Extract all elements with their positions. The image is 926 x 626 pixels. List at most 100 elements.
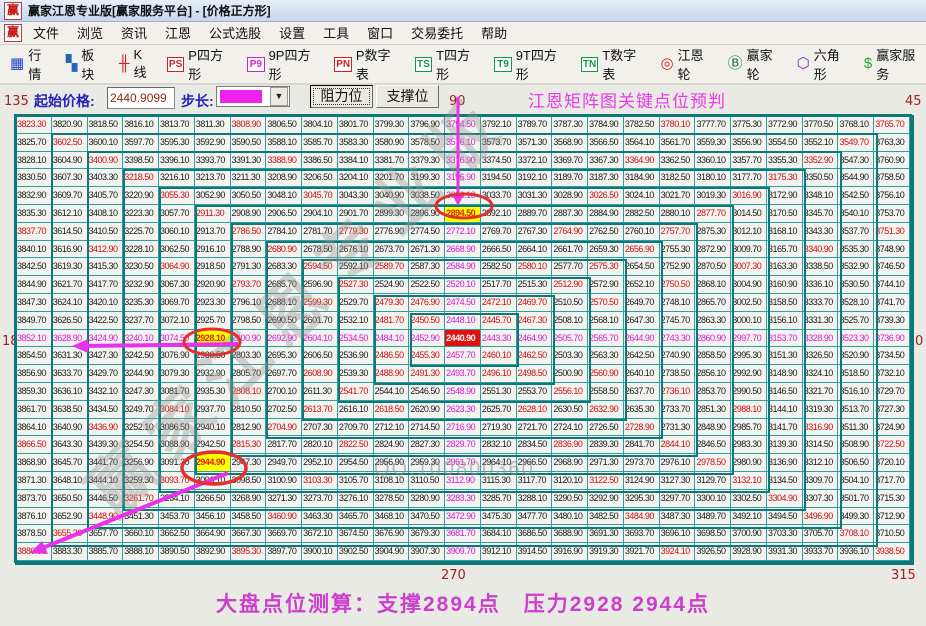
grid-cell-r22c1[interactable]: 3873.70 [16, 489, 52, 508]
grid-cell-r7c4[interactable]: 3225.70 [123, 222, 160, 241]
grid-cell-r19c2[interactable]: 3643.30 [51, 436, 88, 455]
grid-cell-r6c15[interactable]: 2889.70 [516, 204, 553, 223]
grid-cell-r4c6[interactable]: 3213.70 [194, 169, 231, 188]
grid-cell-r9c11[interactable]: 2589.70 [373, 258, 410, 277]
grid-cell-r13c16[interactable]: 2505.70 [552, 329, 589, 348]
grid-cell-r15c6[interactable]: 2932.90 [194, 365, 231, 383]
grid-cell-r3c14[interactable]: 3374.50 [480, 151, 517, 170]
grid-cell-r15c2[interactable]: 3633.70 [51, 365, 88, 383]
grid-cell-r23c1[interactable]: 3876.10 [16, 507, 52, 526]
grid-cell-r24c8[interactable]: 3669.70 [266, 525, 303, 544]
grid-cell-r12c14[interactable]: 2445.70 [480, 311, 517, 330]
grid-cell-r4c1[interactable]: 3830.50 [16, 169, 52, 188]
grid-cell-r10c16[interactable]: 2512.90 [552, 276, 589, 294]
grid-cell-r3c24[interactable]: 3547.30 [838, 151, 875, 170]
grid-cell-r1c7[interactable]: 3808.90 [230, 116, 267, 134]
grid-cell-r3c19[interactable]: 3362.50 [659, 151, 696, 170]
grid-cell-r22c14[interactable]: 3285.70 [480, 489, 517, 508]
support-button[interactable]: 支撑位 [376, 85, 439, 108]
grid-cell-r18c25[interactable]: 3724.90 [874, 418, 910, 437]
grid-cell-r20c18[interactable]: 2973.70 [623, 454, 660, 472]
grid-cell-r14c3[interactable]: 3427.30 [87, 347, 124, 366]
grid-cell-r2c12[interactable]: 3578.50 [409, 133, 446, 152]
grid-cell-r23c19[interactable]: 3487.30 [659, 507, 696, 526]
grid-cell-r5c7[interactable]: 3050.50 [230, 187, 267, 205]
grid-cell-r2c3[interactable]: 3600.10 [87, 133, 124, 152]
grid-cell-r5c14[interactable]: 3033.70 [480, 187, 517, 205]
menu-item-7[interactable]: 工具 [314, 24, 358, 43]
chevron-down-icon[interactable]: ▼ [270, 87, 288, 106]
grid-cell-r1c6[interactable]: 3811.30 [194, 116, 231, 134]
grid-cell-r19c15[interactable]: 2834.50 [516, 436, 553, 455]
grid-cell-r21c7[interactable]: 3098.50 [230, 471, 267, 490]
grid-cell-r15c7[interactable]: 2805.70 [230, 365, 267, 383]
grid-cell-r7c7[interactable]: 2786.50 [230, 222, 267, 241]
grid-cell-r16c21[interactable]: 2990.50 [731, 382, 767, 401]
grid-cell-r22c12[interactable]: 3280.90 [409, 489, 446, 508]
grid-cell-r2c11[interactable]: 3580.90 [373, 133, 410, 152]
toolbar-button-赢家轮[interactable]: Ⓑ 赢家轮 [728, 45, 784, 83]
grid-cell-r20c1[interactable]: 3868.90 [16, 454, 52, 472]
grid-cell-r2c18[interactable]: 3564.10 [623, 133, 660, 152]
grid-cell-r12c5[interactable]: 3072.10 [159, 311, 195, 330]
grid-cell-r12c20[interactable]: 2863.30 [695, 311, 732, 330]
grid-cell-r4c5[interactable]: 3216.10 [159, 169, 195, 188]
grid-cell-r11c4[interactable]: 3235.30 [123, 293, 160, 312]
grid-cell-r15c13[interactable]: 2493.70 [445, 365, 481, 383]
grid-cell-r21c2[interactable]: 3648.10 [51, 471, 88, 490]
grid-cell-r11c21[interactable]: 3002.50 [731, 293, 767, 312]
grid-cell-r1c15[interactable]: 3789.70 [516, 116, 553, 134]
grid-cell-r13c1[interactable]: 3852.10 [16, 329, 52, 348]
grid-cell-r12c4[interactable]: 3237.70 [123, 311, 160, 330]
grid-cell-r23c7[interactable]: 3458.50 [230, 507, 267, 526]
grid-cell-r3c20[interactable]: 3360.10 [695, 151, 732, 170]
grid-cell-r12c1[interactable]: 3849.70 [16, 311, 52, 330]
grid-cell-r13c8[interactable]: 2692.90 [266, 329, 303, 348]
grid-cell-r13c15[interactable]: 2464.90 [516, 329, 553, 348]
grid-cell-r23c13[interactable]: 3472.90 [445, 507, 481, 526]
grid-cell-r13c21[interactable]: 2997.70 [731, 329, 767, 348]
grid-cell-r14c19[interactable]: 2740.90 [659, 347, 696, 366]
grid-cell-r14c8[interactable]: 2695.30 [266, 347, 303, 366]
grid-cell-r11c20[interactable]: 2865.70 [695, 293, 732, 312]
grid-cell-r8c6[interactable]: 2916.10 [194, 240, 231, 259]
grid-cell-r9c7[interactable]: 2791.30 [230, 258, 267, 277]
grid-cell-r13c5[interactable]: 3074.50 [159, 329, 195, 348]
grid-cell-r13c23[interactable]: 3328.90 [802, 329, 839, 348]
grid-cell-r23c18[interactable]: 3484.90 [623, 507, 660, 526]
grid-cell-r15c20[interactable]: 2856.10 [695, 365, 732, 383]
grid-cell-r14c17[interactable]: 2563.30 [588, 347, 624, 366]
grid-cell-r16c19[interactable]: 2736.10 [659, 382, 696, 401]
grid-cell-r6c22[interactable]: 3170.50 [766, 204, 803, 223]
grid-cell-r12c7[interactable]: 2798.50 [230, 311, 267, 330]
grid-cell-r17c17[interactable]: 2632.90 [588, 400, 624, 419]
grid-cell-r25c6[interactable]: 3892.90 [194, 543, 231, 561]
grid-cell-r7c18[interactable]: 2760.10 [623, 222, 660, 241]
grid-cell-r17c23[interactable]: 3319.30 [802, 400, 839, 419]
grid-cell-r22c2[interactable]: 3650.50 [51, 489, 88, 508]
grid-cell-r14c14[interactable]: 2460.10 [480, 347, 517, 366]
grid-cell-r10c6[interactable]: 2920.90 [194, 276, 231, 294]
grid-cell-r4c7[interactable]: 3211.30 [230, 169, 267, 188]
grid-cell-r21c18[interactable]: 3124.90 [623, 471, 660, 490]
grid-cell-r18c16[interactable]: 2724.10 [552, 418, 589, 437]
grid-cell-r1c24[interactable]: 3768.10 [838, 116, 875, 134]
grid-cell-r19c23[interactable]: 3314.50 [802, 436, 839, 455]
grid-cell-r5c22[interactable]: 3172.90 [766, 187, 803, 205]
grid-cell-r7c22[interactable]: 3168.10 [766, 222, 803, 241]
grid-cell-r12c17[interactable]: 2568.10 [588, 311, 624, 330]
grid-cell-r25c5[interactable]: 3890.50 [159, 543, 195, 561]
grid-cell-r13c24[interactable]: 3523.30 [838, 329, 875, 348]
grid-cell-r3c5[interactable]: 3396.10 [159, 151, 195, 170]
grid-cell-r10c17[interactable]: 2572.90 [588, 276, 624, 294]
grid-cell-r9c5[interactable]: 3064.90 [159, 258, 195, 277]
grid-cell-r7c1[interactable]: 3837.70 [16, 222, 52, 241]
grid-cell-r15c24[interactable]: 3518.50 [838, 365, 875, 383]
grid-cell-r20c19[interactable]: 2976.10 [659, 454, 696, 472]
grid-cell-r2c23[interactable]: 3552.10 [802, 133, 839, 152]
grid-cell-r22c24[interactable]: 3501.70 [838, 489, 875, 508]
grid-cell-r25c12[interactable]: 3907.30 [409, 543, 446, 561]
grid-cell-r15c9[interactable]: 2608.90 [302, 365, 338, 383]
grid-cell-r5c3[interactable]: 3405.70 [87, 187, 124, 205]
grid-cell-r6c3[interactable]: 3408.10 [87, 204, 124, 223]
